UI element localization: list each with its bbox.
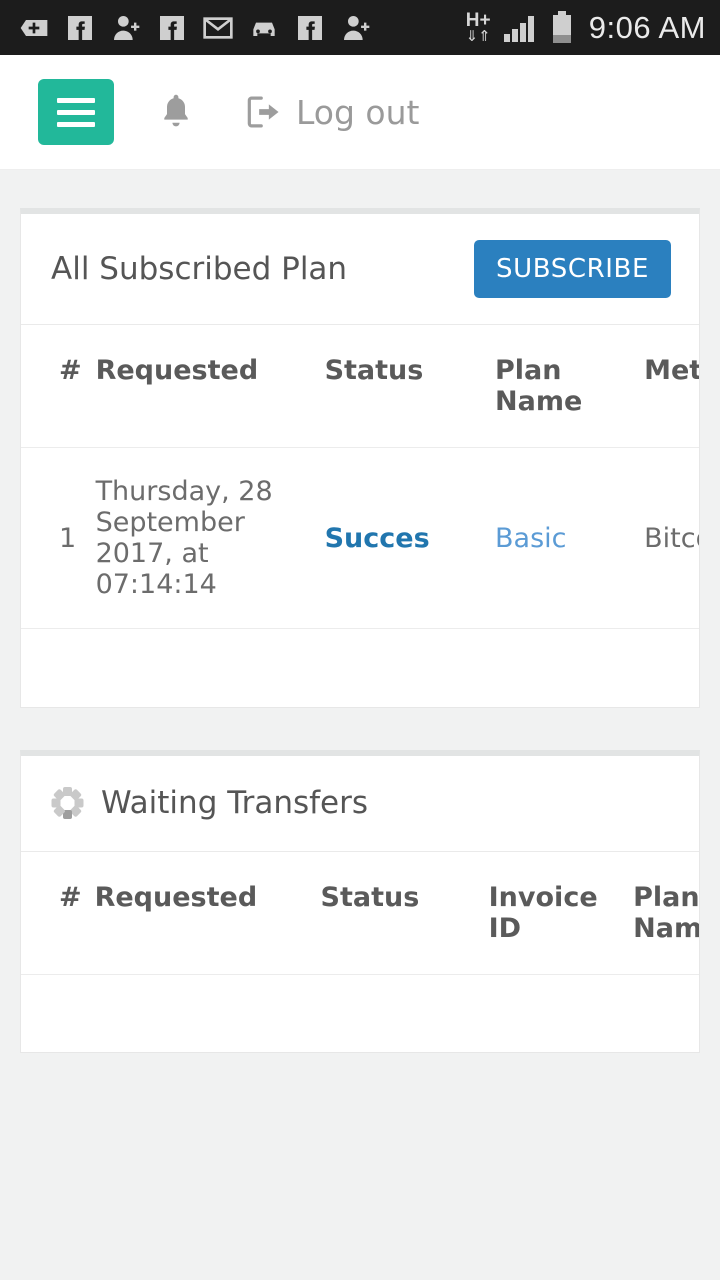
- sign-out-icon: [247, 96, 279, 128]
- waiting-transfers-table: # Requested Status Invoice ID Plan Name …: [21, 852, 699, 1052]
- mail-icon: [203, 16, 233, 39]
- hamburger-bar: [57, 121, 95, 127]
- logout-button[interactable]: Log out: [246, 93, 419, 132]
- data-arrows-icon: ⇓⇑: [465, 27, 491, 45]
- notifications-button[interactable]: [158, 92, 194, 132]
- waiting-transfers-card: Waiting Transfers # Requested Status Inv…: [20, 749, 700, 1053]
- subscribed-plans-table: # Requested Status Plan Name Methode Val…: [21, 325, 699, 707]
- column-header-requested: Requested: [95, 355, 259, 386]
- table-empty-row: [21, 973, 699, 1052]
- table-row-spacer: [21, 628, 699, 707]
- hamburger-bar: [57, 97, 95, 103]
- table-header-row: # Requested Status Invoice ID Plan Name …: [21, 852, 699, 975]
- page-title: All Subscribed Plan: [51, 251, 348, 287]
- table-empty-space: [21, 628, 699, 707]
- column-header-status: Status: [320, 881, 420, 913]
- waiting-transfers-title-group: Waiting Transfers: [51, 785, 368, 821]
- status-bar-system-icons: H+ ⇓⇑ 9:06 AM: [466, 10, 706, 46]
- table-header-row: # Requested Status Plan Name Methode Val…: [21, 325, 699, 448]
- column-header-status: Status: [324, 355, 424, 386]
- status-bar: H+ ⇓⇑ 9:06 AM: [0, 0, 720, 55]
- facebook-icon: [68, 15, 92, 40]
- car-icon: [253, 22, 275, 36]
- person-add-icon: [344, 15, 370, 40]
- table-row[interactable]: 1 Thursday, 28 September 2017, at 07:14:…: [21, 447, 699, 629]
- status-bar-notification-icons: [18, 12, 466, 44]
- column-header-number: #: [59, 881, 82, 913]
- column-header-methode: Methode: [644, 355, 699, 386]
- section-title: Waiting Transfers: [101, 785, 369, 821]
- sim-add-icon: [20, 19, 48, 36]
- logout-label: Log out: [296, 92, 420, 132]
- person-add-icon: [114, 15, 140, 40]
- page-content: All Subscribed Plan SUBSCRIBE # Requeste…: [0, 170, 720, 1053]
- facebook-icon: [298, 15, 322, 40]
- battery-icon: [552, 10, 571, 43]
- subscribed-plans-card: All Subscribed Plan SUBSCRIBE # Requeste…: [20, 208, 700, 708]
- cell-plan-name[interactable]: Basic: [495, 447, 645, 629]
- status-badge: Succes: [324, 447, 495, 629]
- signal-bars-icon: [503, 15, 534, 42]
- card-header: Waiting Transfers: [21, 756, 699, 852]
- subscribed-plans-table-scroll[interactable]: # Requested Status Plan Name Methode Val…: [21, 325, 699, 707]
- bell-icon: [164, 94, 188, 127]
- cell-number: 1: [21, 447, 96, 629]
- app-navbar: Log out: [0, 55, 720, 170]
- hsdpa-data-icon: H+ ⇓⇑: [466, 11, 491, 44]
- column-header-invoice-id: Invoice ID: [488, 881, 598, 944]
- hamburger-bar: [57, 109, 95, 115]
- table-empty-space: [21, 973, 699, 1052]
- hamburger-menu-icon[interactable]: [38, 79, 114, 145]
- cell-methode: Bitcoin: [644, 447, 699, 629]
- spinner-icon: [51, 786, 85, 820]
- column-header-number: #: [59, 355, 82, 386]
- clock-time: 9:06 AM: [588, 9, 706, 45]
- card-header: All Subscribed Plan SUBSCRIBE: [21, 214, 699, 325]
- waiting-transfers-table-scroll[interactable]: # Requested Status Invoice ID Plan Name …: [21, 852, 699, 1052]
- column-header-plan-name: Plan Name: [633, 881, 699, 944]
- subscribe-button[interactable]: SUBSCRIBE: [474, 240, 671, 298]
- cell-requested: Thursday, 28 September 2017, at 07:14:14: [95, 447, 325, 629]
- column-header-requested: Requested: [94, 881, 258, 913]
- column-header-plan-name: Plan Name: [495, 355, 583, 417]
- facebook-icon: [160, 15, 184, 40]
